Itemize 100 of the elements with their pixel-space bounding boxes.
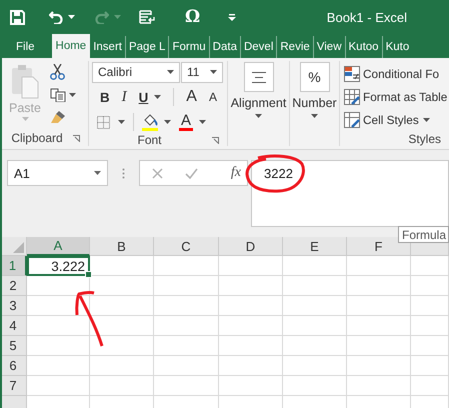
font-name-dropdown[interactable]: Calibri: [92, 62, 180, 82]
caret-icon: [69, 93, 76, 97]
table-cell[interactable]: [27, 376, 90, 396]
italic-button[interactable]: I: [122, 88, 127, 106]
table-cell[interactable]: [347, 316, 411, 336]
table-cell[interactable]: [27, 336, 90, 356]
table-cell[interactable]: [411, 296, 449, 316]
table-cell[interactable]: [154, 336, 219, 356]
caret-icon: [114, 15, 121, 19]
table-cell[interactable]: [411, 336, 449, 356]
table-cell[interactable]: [411, 256, 449, 276]
column-header[interactable]: D: [219, 237, 283, 256]
table-cell[interactable]: [154, 296, 219, 316]
table-cell[interactable]: [27, 356, 90, 376]
table-cell[interactable]: [283, 276, 347, 296]
table-cell[interactable]: [347, 296, 411, 316]
copy-button[interactable]: [50, 88, 76, 102]
row-header[interactable]: 1: [0, 256, 27, 276]
table-cell[interactable]: [154, 276, 219, 296]
table-cell[interactable]: [154, 356, 219, 376]
styles-menu-button[interactable]: Format as Table: [344, 85, 448, 108]
column-header[interactable]: C: [154, 237, 219, 256]
table-cell[interactable]: [219, 256, 283, 276]
table-cell[interactable]: [154, 376, 219, 396]
table-cell[interactable]: [219, 276, 283, 296]
cancel-button[interactable]: [152, 168, 163, 178]
table-cell[interactable]: [90, 376, 154, 396]
table-cell[interactable]: [283, 316, 347, 336]
row-header[interactable]: 3: [0, 296, 27, 316]
caret-icon: [422, 118, 430, 122]
alignment-button[interactable]: Alignment: [231, 61, 286, 118]
table-cell[interactable]: [27, 296, 90, 316]
table-cell[interactable]: [90, 336, 154, 356]
table-cell[interactable]: [411, 276, 449, 296]
fill-color-button[interactable]: [142, 114, 171, 130]
row-header[interactable]: 5: [0, 336, 27, 356]
styles-menu-button[interactable]: Conditional Fo: [344, 62, 440, 85]
file-tab[interactable]: File: [9, 36, 42, 58]
launcher-icon: [72, 134, 80, 142]
table-cell[interactable]: [347, 336, 411, 356]
styles-menu-button[interactable]: Cell Styles: [344, 108, 430, 131]
fill-handle[interactable]: [85, 271, 92, 278]
group-label: Font: [137, 133, 162, 147]
table-cell[interactable]: [90, 256, 154, 276]
table-cell[interactable]: [411, 376, 449, 396]
grow-font-button[interactable]: A: [186, 88, 197, 106]
tooltip: Formula: [398, 226, 449, 243]
format-painter-button[interactable]: [50, 110, 66, 124]
table-cell[interactable]: [347, 356, 411, 376]
shrink-font-button[interactable]: A: [208, 90, 217, 104]
table-cell[interactable]: [90, 296, 154, 316]
table-cell[interactable]: [219, 376, 283, 396]
borders-button[interactable]: [97, 116, 125, 128]
column-header[interactable]: A: [27, 237, 90, 256]
formula-input[interactable]: 3222: [251, 160, 449, 227]
table-cell[interactable]: [283, 336, 347, 356]
table-cell[interactable]: [347, 276, 411, 296]
window-title: Book1 - Excel: [326, 10, 407, 24]
cut-button[interactable]: [50, 64, 65, 80]
table-cell[interactable]: [27, 276, 90, 296]
bold-button[interactable]: B: [100, 90, 110, 104]
column-header[interactable]: E: [283, 237, 347, 256]
table-cell[interactable]: [219, 296, 283, 316]
caret-icon: [167, 70, 174, 74]
table-cell[interactable]: [90, 316, 154, 336]
table-cell[interactable]: [347, 256, 411, 276]
symbol-button[interactable]: Ω: [185, 5, 200, 29]
table-cell[interactable]: [90, 276, 154, 296]
table-cell[interactable]: [283, 356, 347, 376]
table-cell[interactable]: [219, 356, 283, 376]
row-header[interactable]: 7: [0, 376, 27, 396]
row-header[interactable]: 6: [0, 356, 27, 376]
ribbon-tab[interactable]: Home: [52, 34, 90, 58]
row-header[interactable]: 2: [0, 276, 27, 296]
table-cell[interactable]: [219, 336, 283, 356]
table-cell[interactable]: [154, 316, 219, 336]
ribbon-tab[interactable]: Insert: [90, 36, 125, 58]
name-box[interactable]: A1: [7, 160, 108, 186]
underline-button[interactable]: U: [138, 90, 148, 104]
table-cell[interactable]: [411, 356, 449, 376]
table-cell[interactable]: [90, 356, 154, 376]
table-cell[interactable]: [283, 256, 347, 276]
table-cell[interactable]: [283, 296, 347, 316]
brush-icon: [50, 110, 66, 124]
table-cell[interactable]: [347, 376, 411, 396]
table-cell[interactable]: [283, 376, 347, 396]
table-cell[interactable]: [411, 316, 449, 336]
enter-button[interactable]: [185, 168, 198, 178]
customize-icon: [228, 14, 236, 20]
underline-dropdown[interactable]: [154, 95, 162, 99]
font-size-dropdown[interactable]: 11: [181, 62, 223, 82]
table-cell[interactable]: [154, 256, 219, 276]
table-cell[interactable]: [219, 316, 283, 336]
insert-function-button[interactable]: fx: [230, 165, 241, 181]
table-cell[interactable]: 3.222: [27, 256, 90, 276]
number-format-button[interactable]: % Number: [293, 61, 336, 118]
column-header[interactable]: B: [90, 237, 154, 256]
table-cell[interactable]: [27, 316, 90, 336]
row-header[interactable]: 4: [0, 316, 27, 336]
font-color-button[interactable]: A: [179, 114, 206, 130]
